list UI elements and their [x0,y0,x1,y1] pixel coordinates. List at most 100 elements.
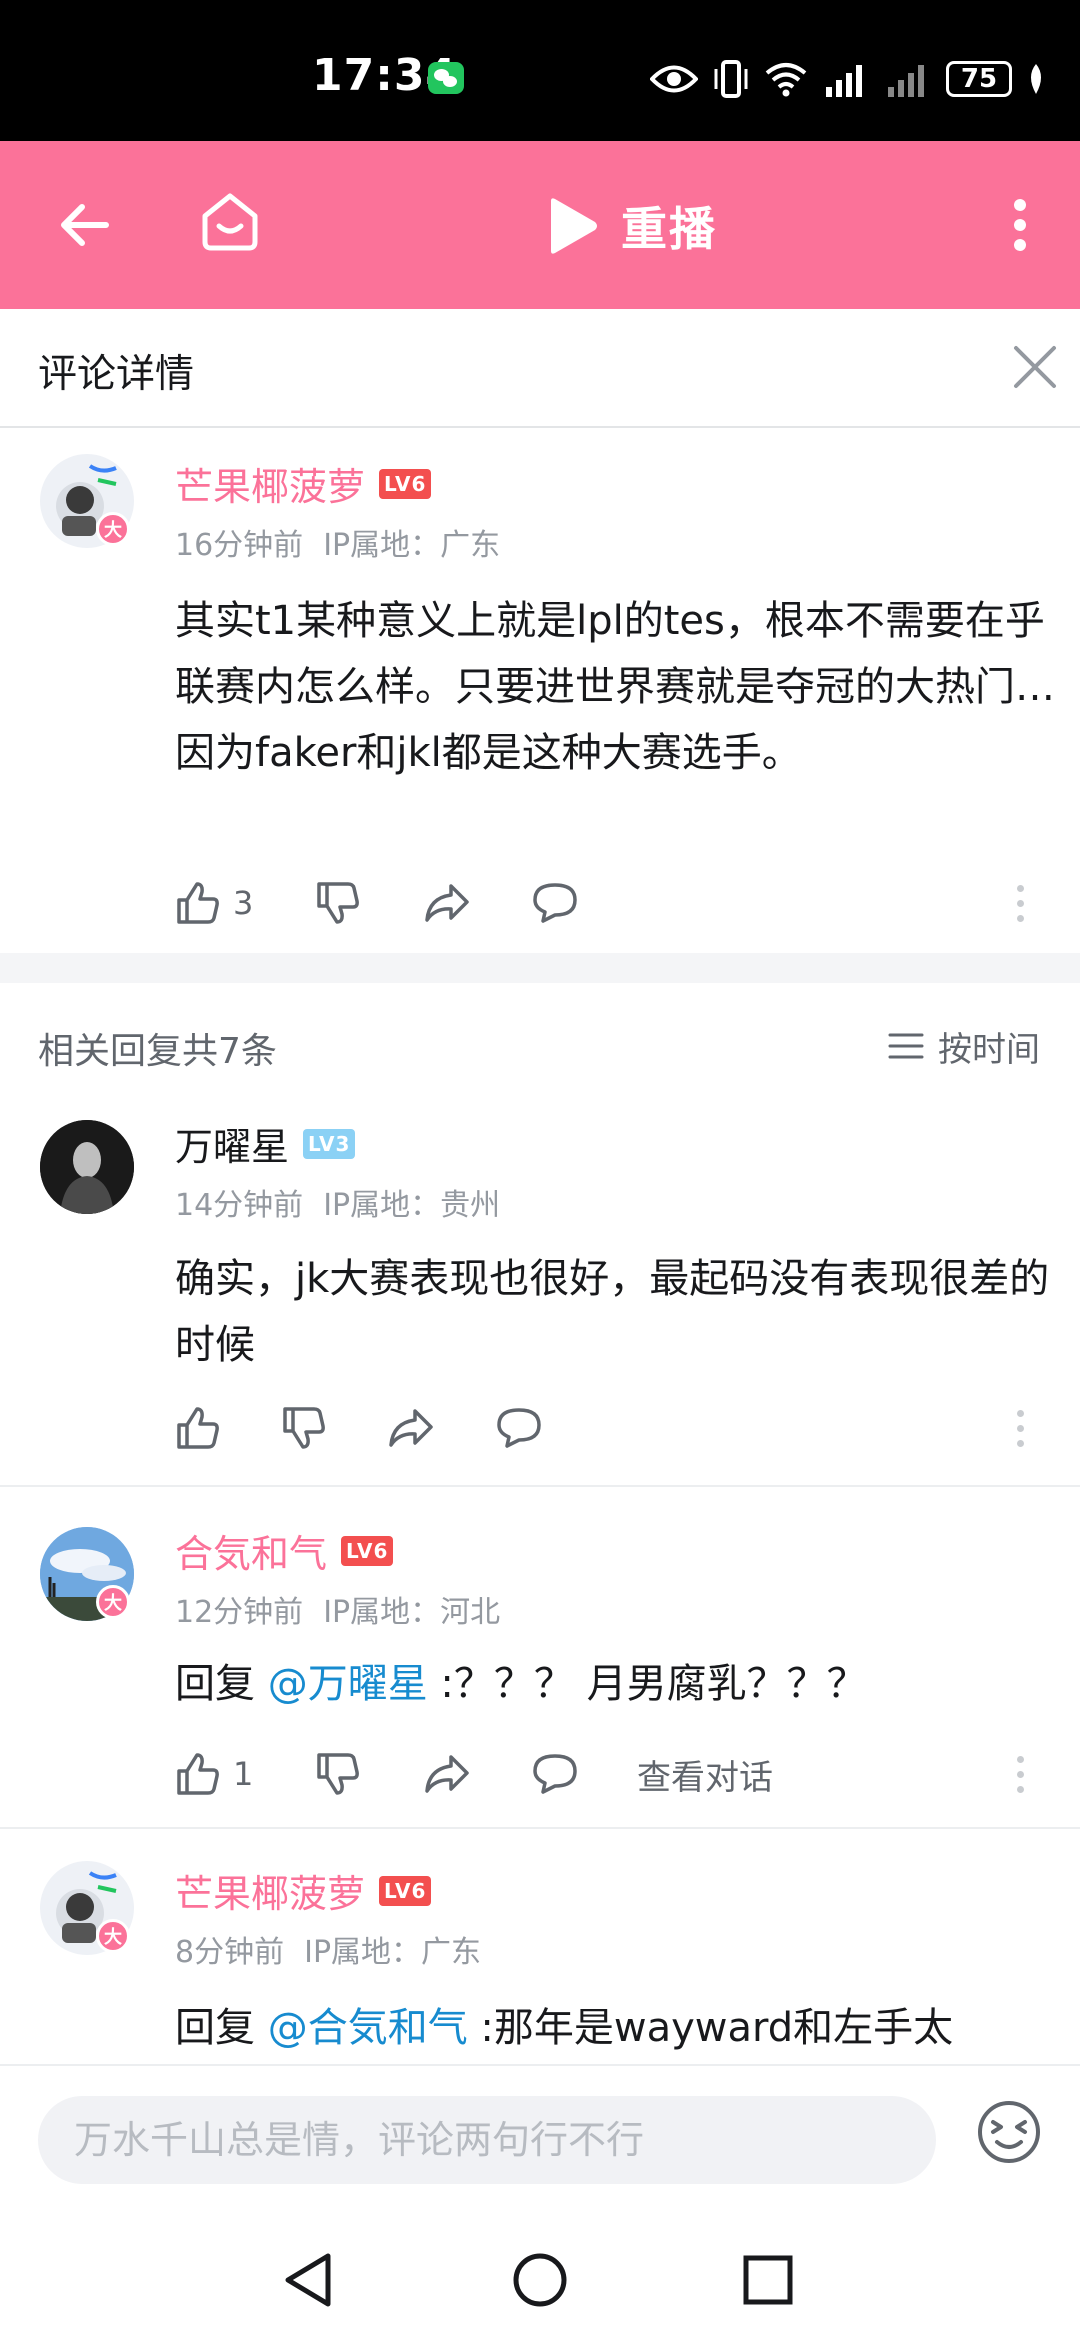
reply-text: :那年是wayward和左手太 [467,2005,954,2051]
view-dialog-link[interactable]: 查看对话 [637,1744,773,1804]
comment-detail-header: 评论详情 [0,309,1080,428]
comment-content: 回复 @合気和气 :那年是wayward和左手太 [175,1995,1055,2061]
comment-username[interactable]: 合気和气 LV6 [175,1523,394,1578]
eye-icon [650,65,698,93]
leaf-icon [1031,64,1041,94]
vip-badge: 大 [96,1919,130,1953]
vip-badge: 大 [96,512,130,546]
comment-content: 回复 @万曜星 :？？？ 月男腐乳？？？ [175,1651,1055,1717]
comment-ip: IP属地：河北 [323,1595,501,1630]
comment-actions: 3 [175,873,579,933]
comment-meta: 12分钟前 IP属地：河北 [175,1587,500,1631]
reply-button[interactable] [531,1744,637,1804]
system-navigation-bar [0,2214,1080,2340]
sort-label: 按时间 [938,1029,1040,1070]
sort-by-time-button[interactable]: 按时间 [888,1018,1040,1074]
more-options-button[interactable] [980,181,1060,269]
share-icon [389,1409,433,1447]
section-separator [0,953,1080,983]
comment-ip: IP属地：贵州 [323,1188,501,1223]
thumbs-down-icon [283,1407,325,1449]
comment-meta: 8分钟前 IP属地：广东 [175,1927,481,1971]
home-button[interactable] [186,177,274,265]
reply-item: 大 合気和气 LV6 12分钟前 IP属地：河北 回复 @万曜星 :？？？ 月男腐… [0,1487,1080,1827]
username-text: 万曜星 [175,1125,290,1169]
comment-time: 8分钟前 [175,1935,285,1970]
share-button[interactable] [423,873,531,933]
thumbs-up-icon [177,882,219,924]
dislike-button[interactable] [315,1744,423,1804]
username-text: 芒果椰菠萝 [175,465,366,509]
chat-bubble-icon [533,883,577,923]
share-button[interactable] [423,1744,531,1804]
replies-count: 相关回复共7条 [38,1031,277,1072]
share-button[interactable] [387,1398,495,1458]
mention-link[interactable]: @万曜星 [268,1661,428,1707]
more-vertical-icon [1014,199,1026,251]
wifi-icon [765,63,807,97]
arrow-left-icon [61,204,109,246]
play-icon [551,198,597,254]
thumbs-up-icon [177,1407,219,1449]
comment-username[interactable]: 芒果椰菠萝 LV6 [175,456,432,511]
comment-time: 14分钟前 [175,1188,304,1223]
chat-bubble-icon [533,1754,577,1794]
reply-prefix: 回复 [175,2005,268,2051]
dislike-button[interactable] [315,873,423,933]
nav-home-button[interactable] [500,2240,580,2320]
emoji-button[interactable] [973,2096,1045,2168]
like-count: 3 [233,884,254,922]
close-button[interactable] [1006,338,1064,396]
mention-link[interactable]: @合気和气 [268,2005,468,2051]
thumbs-down-icon [317,1753,359,1795]
back-button[interactable] [40,181,128,269]
replies-header: 相关回复共7条 按时间 [0,1010,1080,1080]
like-button[interactable]: 3 [175,873,315,933]
home-icon [202,193,258,251]
like-button[interactable]: 1 [175,1744,315,1804]
comment-actions: 1 查看对话 [175,1744,773,1804]
wechat-notification-icon [428,62,464,94]
dislike-button[interactable] [281,1398,387,1458]
reply-item: 大 芒果椰菠萝 LV6 8分钟前 IP属地：广东 回复 @合気和气 :那年是way… [0,1829,1080,2064]
nav-back-button[interactable] [268,2240,348,2320]
level-badge: LV6 [379,468,432,499]
level-badge: LV6 [379,1875,432,1906]
square-recents-icon [743,2255,793,2305]
comment-username[interactable]: 芒果椰菠萝 LV6 [175,1863,432,1918]
comment-meta: 14分钟前 IP属地：贵州 [175,1180,500,1224]
reply-button[interactable] [495,1398,543,1458]
thumbs-up-icon [177,1753,219,1795]
comment-username[interactable]: 万曜星 LV3 [175,1116,356,1171]
status-bar: 17:34 75 [0,0,1080,141]
close-icon [1014,346,1056,388]
replay-button[interactable]: 重播 [545,191,717,261]
vip-badge: 大 [96,1585,130,1619]
comment-more-button[interactable] [1010,873,1030,933]
comment-time: 16分钟前 [175,528,304,563]
share-icon [425,1755,469,1793]
nav-recents-button[interactable] [728,2240,808,2320]
main-comment: 大 芒果椰菠萝 LV6 16分钟前 IP属地：广东 其实t1某种意义上就是lpl的… [0,428,1080,953]
comment-more-button[interactable] [1010,1398,1030,1458]
avatar[interactable] [40,1120,134,1214]
comment-actions [175,1398,543,1458]
reply-item: 万曜星 LV3 14分钟前 IP属地：贵州 确实，jk大赛表现也很好，最起码没有表… [0,1110,1080,1485]
comment-content: 其实t1某种意义上就是lpl的tes，根本不需要在乎联赛内怎么样。只要进世界赛就… [175,598,1055,776]
signal-4g-icon [826,65,862,97]
level-badge: LV6 [341,1535,394,1566]
status-icons: 75 [650,54,1046,104]
vibrate-icon [714,60,748,98]
username-text: 芒果椰菠萝 [175,1872,366,1916]
replay-label: 重播 [621,202,717,256]
reply-button[interactable] [531,873,579,933]
comment-time: 12分钟前 [175,1595,304,1630]
menu-lines-icon [888,1033,924,1059]
comment-more-button[interactable] [1010,1744,1030,1804]
reply-text: :？？？ 月男腐乳？？？ [427,1661,867,1707]
like-button[interactable] [175,1398,281,1458]
comment-input[interactable] [38,2096,936,2184]
signal-empty-icon [888,65,924,97]
dark-figure-avatar-icon [40,1120,134,1214]
chat-bubble-icon [497,1408,541,1448]
